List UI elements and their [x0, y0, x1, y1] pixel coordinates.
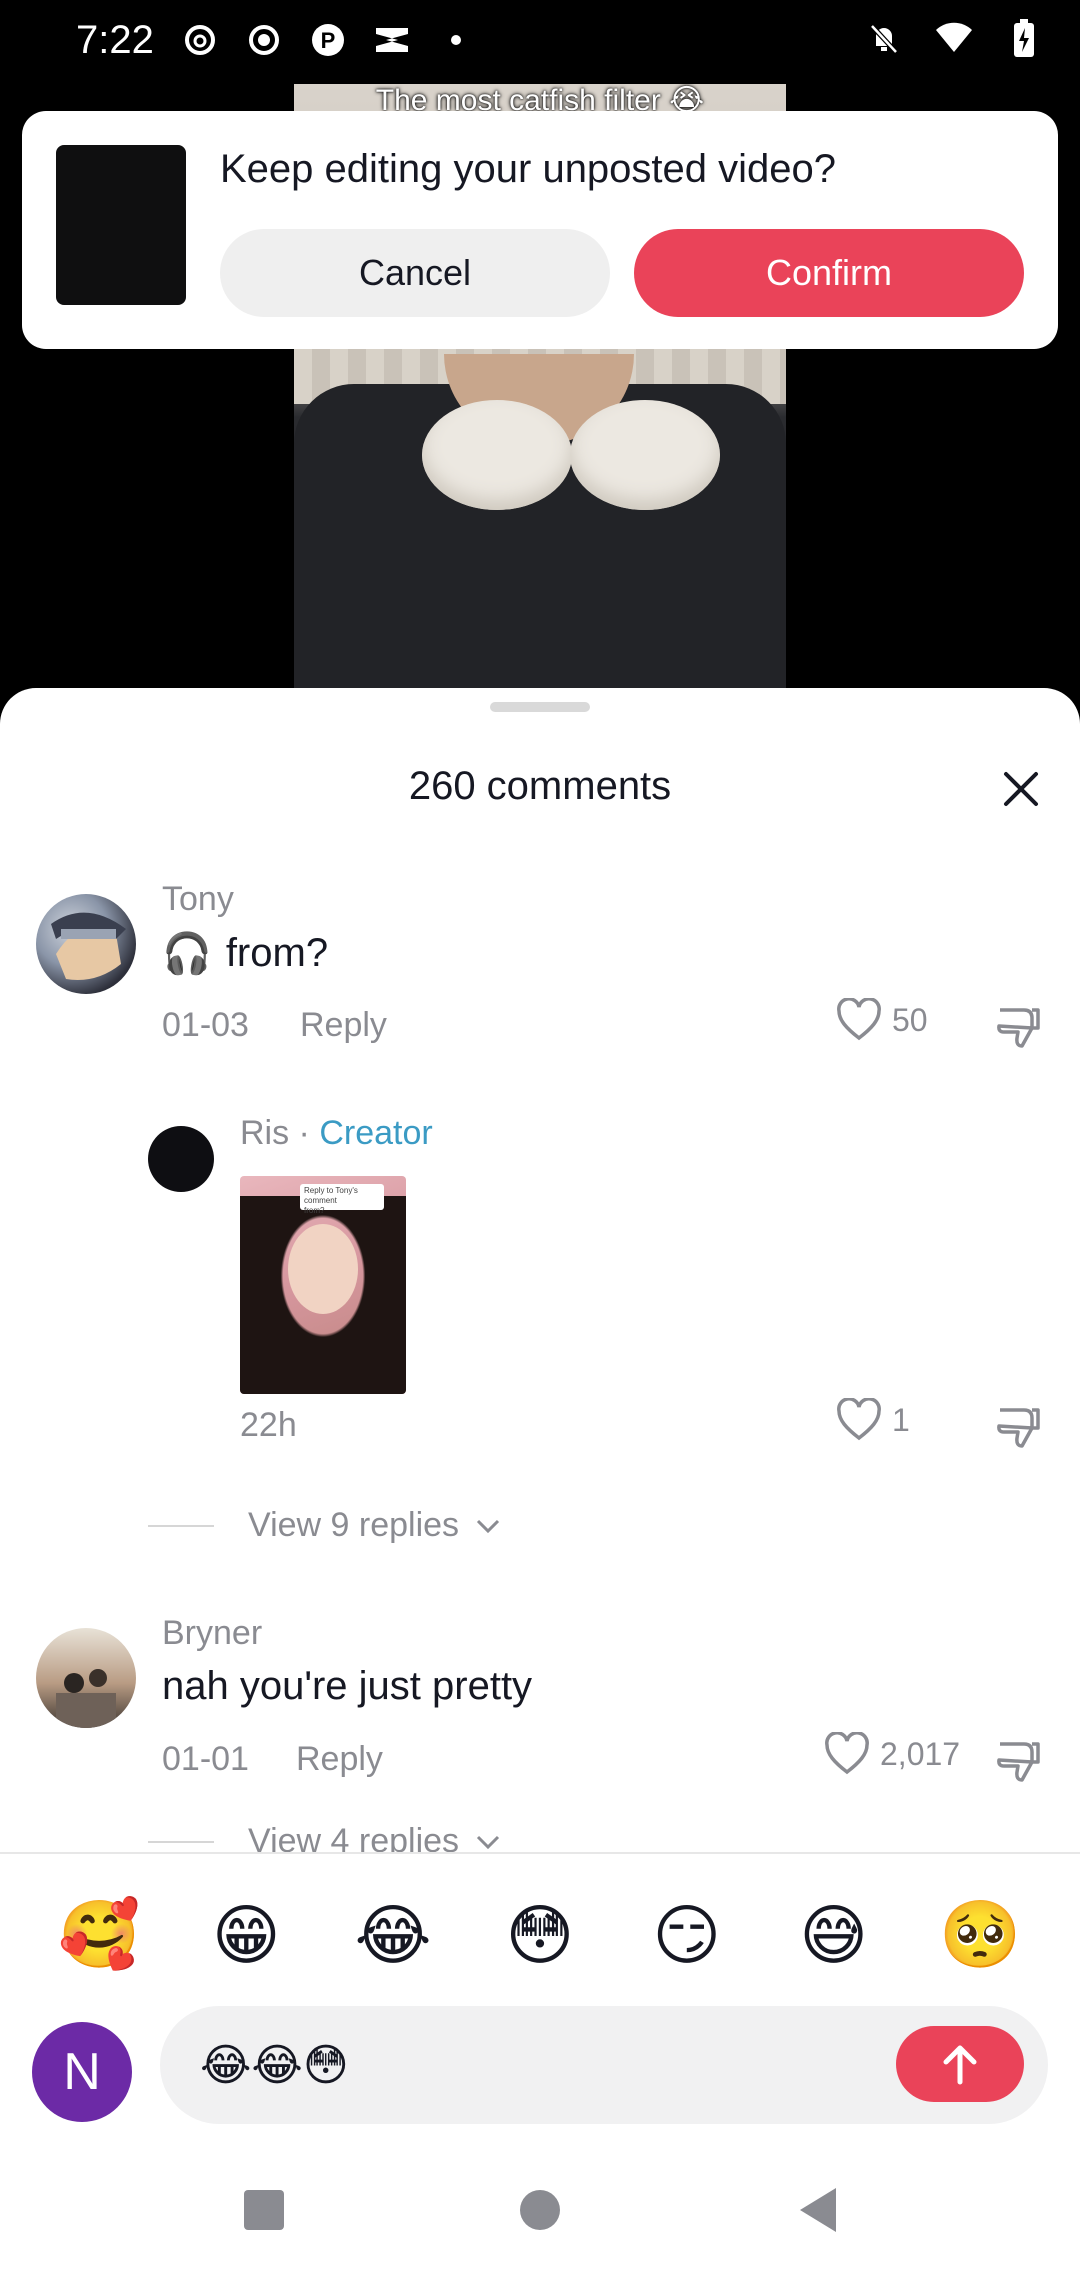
- like-count: 1: [892, 1401, 910, 1438]
- capcut-icon: [372, 20, 412, 60]
- avatar-tony[interactable]: [36, 894, 136, 994]
- record-icon: [244, 20, 284, 60]
- like-count: 2,017: [880, 1735, 961, 1772]
- cancel-button[interactable]: Cancel: [220, 229, 610, 317]
- reply-video-thumbnail[interactable]: Reply to Tony's comment from?: [240, 1176, 406, 1394]
- dislike-icon[interactable]: [994, 1002, 1044, 1052]
- comment-text: 🎧 from?: [162, 930, 328, 977]
- triangle-back-icon: [800, 2188, 836, 2232]
- dislike-icon[interactable]: [994, 1402, 1044, 1452]
- svg-text:P: P: [321, 28, 336, 53]
- quick-emoji-bar: 🥰 😁 😂 😳 😏 😅 🥺: [0, 1890, 1080, 1980]
- dot-icon: [436, 20, 476, 60]
- comment-date: 01-03: [162, 1006, 249, 1044]
- back-button[interactable]: [790, 2182, 846, 2238]
- emoji-pleading[interactable]: 🥺: [935, 1890, 1025, 1980]
- comments-sheet: 260 comments Tony 🎧 from? 01-03 Reply 50…: [0, 688, 1080, 1856]
- thumb-face: [288, 1224, 358, 1314]
- comments-count-title: 260 comments: [408, 764, 672, 808]
- emoji-sweat-smile[interactable]: 😅: [789, 1890, 879, 1980]
- recents-button[interactable]: [236, 2182, 292, 2238]
- status-bar: 7:22 P: [0, 0, 1080, 84]
- comment-date: 01-01: [162, 1740, 249, 1778]
- my-avatar[interactable]: N: [32, 2022, 132, 2122]
- heart-icon: [837, 1398, 881, 1441]
- draft-thumbnail: [56, 145, 186, 305]
- status-right-icons: [864, 18, 1044, 58]
- wifi-icon: [934, 18, 974, 58]
- chevron-down-icon: [476, 1519, 500, 1533]
- view-replies-line: [148, 1840, 214, 1843]
- battery-charging-icon: [1004, 18, 1044, 58]
- reply-date: 22h: [240, 1406, 297, 1444]
- circle-icon: [520, 2190, 560, 2230]
- pinterest-icon: P: [308, 20, 348, 60]
- reply-button[interactable]: Reply: [300, 1006, 387, 1045]
- emoji-flushed[interactable]: 😳: [495, 1890, 585, 1980]
- heart-icon: [825, 1732, 869, 1775]
- name-separator: ·: [289, 1114, 320, 1152]
- dialog-title: Keep editing your unposted video?: [220, 147, 837, 191]
- drag-handle[interactable]: [490, 702, 590, 712]
- system-nav-bar: [0, 2140, 1080, 2280]
- status-left-icons: P: [180, 20, 476, 60]
- bell-off-icon: [864, 18, 904, 58]
- thumb-reply-to: Reply to Tony's comment: [304, 1186, 358, 1205]
- comment-text-body: from?: [225, 931, 329, 975]
- like-button[interactable]: 50: [836, 998, 928, 1042]
- confirm-button[interactable]: Confirm: [634, 229, 1024, 317]
- close-icon[interactable]: [998, 766, 1044, 812]
- heart-icon: [837, 998, 881, 1041]
- view-replies-label: View 9 replies: [248, 1506, 460, 1544]
- headphone-cup-left: [422, 400, 572, 510]
- thumb-reply-quote: from?: [304, 1206, 325, 1215]
- avatar-ris[interactable]: [148, 1126, 214, 1192]
- chevron-down-icon: [476, 1835, 500, 1849]
- thumb-reply-bubble: Reply to Tony's comment from?: [300, 1184, 384, 1215]
- comment-text: nah you're just pretty: [162, 1664, 533, 1708]
- emoji-smiling-hearts[interactable]: 🥰: [54, 1890, 144, 1980]
- comment-input[interactable]: 😂😂😳: [160, 2006, 1048, 2124]
- headphone-cup-right: [570, 400, 720, 510]
- status-time: 7:22: [76, 18, 154, 62]
- view-replies-button[interactable]: View 9 replies: [148, 1506, 501, 1545]
- view-replies-button[interactable]: View 4 replies: [148, 1822, 501, 1856]
- send-button[interactable]: [896, 2026, 1024, 2102]
- like-count: 50: [892, 1001, 928, 1038]
- creator-badge: Creator: [319, 1114, 433, 1152]
- like-button[interactable]: 2,017: [824, 1732, 960, 1776]
- headphone-emoji: 🎧: [162, 932, 212, 976]
- view-replies-line: [148, 1524, 214, 1527]
- comment-input-value[interactable]: 😂😂😳: [200, 2040, 349, 2091]
- home-button[interactable]: [512, 2182, 568, 2238]
- reply-button[interactable]: Reply: [296, 1740, 383, 1779]
- square-icon: [244, 2190, 284, 2230]
- comment-username[interactable]: Bryner: [162, 1614, 262, 1653]
- reply-username-line: Ris · Creator: [240, 1114, 433, 1153]
- view-replies-label: View 4 replies: [248, 1822, 460, 1856]
- dislike-icon[interactable]: [994, 1736, 1044, 1786]
- arrow-up-icon: [943, 2045, 977, 2085]
- like-button[interactable]: 1: [836, 1398, 910, 1442]
- emoji-smirk[interactable]: 😏: [642, 1890, 732, 1980]
- comment-username[interactable]: Tony: [162, 880, 234, 919]
- emoji-joy[interactable]: 😂: [348, 1890, 438, 1980]
- avatar-bryner[interactable]: [36, 1628, 136, 1728]
- reply-username[interactable]: Ris: [240, 1114, 289, 1152]
- threads-icon: [180, 20, 220, 60]
- emoji-grin[interactable]: 😁: [201, 1890, 291, 1980]
- unposted-video-dialog: Keep editing your unposted video? Cancel…: [22, 111, 1058, 349]
